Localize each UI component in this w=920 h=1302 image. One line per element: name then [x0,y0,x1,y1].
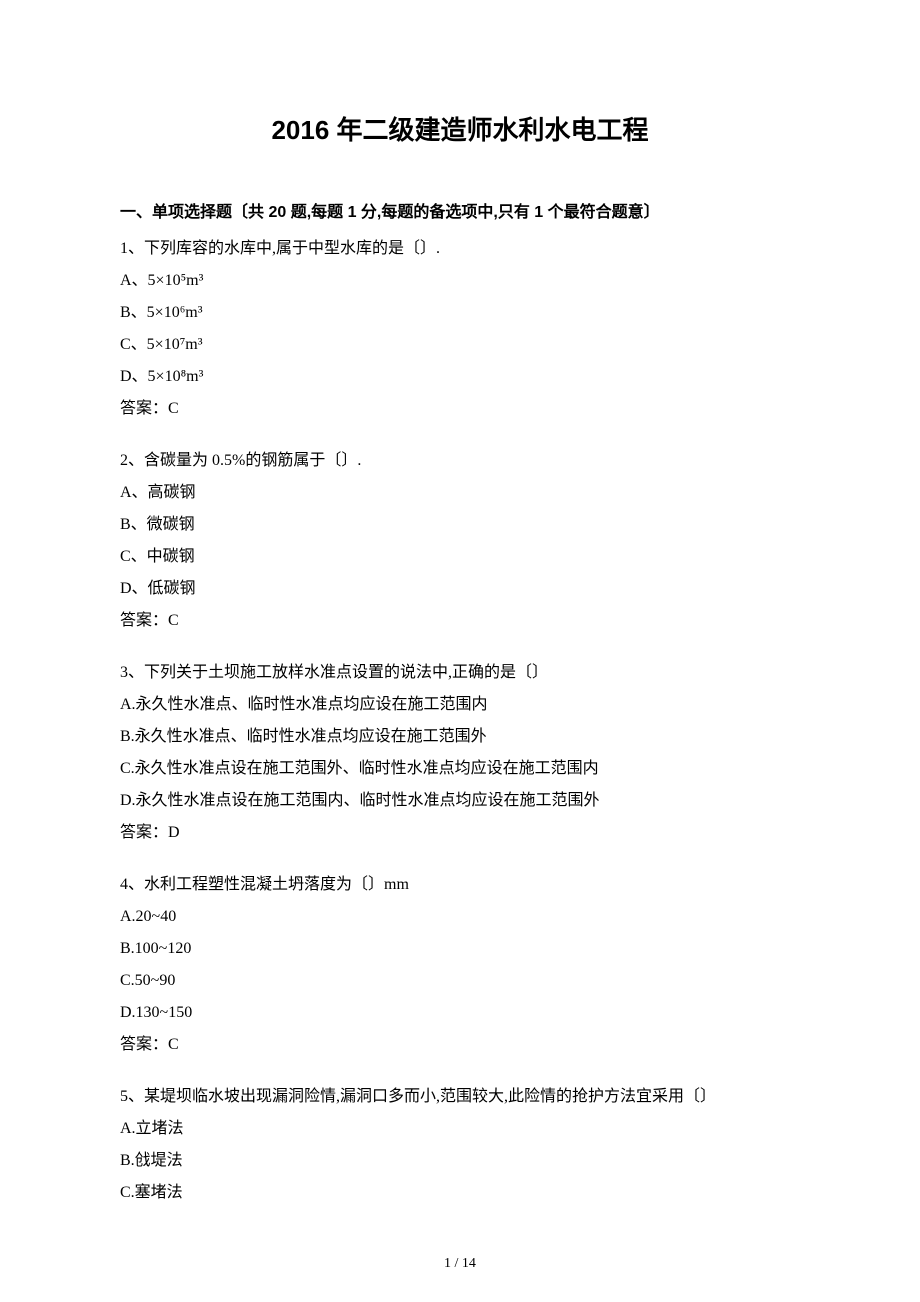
question-1: 1、下列库容的水库中,属于中型水库的是〔〕. A、5×10⁵m³ B、5×10⁶… [120,233,800,425]
question-4: 4、水利工程塑性混凝土坍落度为〔〕mm A.20~40 B.100~120 C.… [120,869,800,1061]
option-c: C、5×10⁷m³ [120,329,800,361]
option-a: A、高碳钢 [120,477,800,509]
question-stem: 3、下列关于土坝施工放样水准点设置的说法中,正确的是〔〕 [120,657,800,689]
question-3: 3、下列关于土坝施工放样水准点设置的说法中,正确的是〔〕 A.永久性水准点、临时… [120,657,800,849]
document-page: 2016 年二级建造师水利水电工程 一、单项选择题〔共 20 题,每题 1 分,… [0,0,920,1302]
option-c: C.塞堵法 [120,1177,800,1209]
option-a: A、5×10⁵m³ [120,265,800,297]
page-number: 1 / 14 [0,1256,920,1272]
page-title: 2016 年二级建造师水利水电工程 [120,110,800,147]
option-b: B、微碳钢 [120,509,800,541]
option-d: D.130~150 [120,997,800,1029]
option-a: A.永久性水准点、临时性水准点均应设在施工范围内 [120,689,800,721]
option-c: C、中碳钢 [120,541,800,573]
option-d: D、低碳钢 [120,573,800,605]
answer: 答案：C [120,605,800,637]
question-stem: 5、某堤坝临水坡出现漏洞险情,漏洞口多而小,范围较大,此险情的抢护方法宜采用〔〕 [120,1081,800,1113]
question-2: 2、含碳量为 0.5%的钢筋属于〔〕. A、高碳钢 B、微碳钢 C、中碳钢 D、… [120,445,800,637]
option-d: D、5×10⁸m³ [120,361,800,393]
section-header: 一、单项选择题〔共 20 题,每题 1 分,每题的备选项中,只有 1 个最符合题… [120,197,800,229]
option-b: B、5×10⁶m³ [120,297,800,329]
question-5: 5、某堤坝临水坡出现漏洞险情,漏洞口多而小,范围较大,此险情的抢护方法宜采用〔〕… [120,1081,800,1209]
option-c: C.永久性水准点设在施工范围外、临时性水准点均应设在施工范围内 [120,753,800,785]
option-a: A.立堵法 [120,1113,800,1145]
option-d: D.永久性水准点设在施工范围内、临时性水准点均应设在施工范围外 [120,785,800,817]
option-c: C.50~90 [120,965,800,997]
option-b: B.永久性水准点、临时性水准点均应设在施工范围外 [120,721,800,753]
option-b: B.戗堤法 [120,1145,800,1177]
option-b: B.100~120 [120,933,800,965]
option-a: A.20~40 [120,901,800,933]
question-stem: 1、下列库容的水库中,属于中型水库的是〔〕. [120,233,800,265]
question-stem: 4、水利工程塑性混凝土坍落度为〔〕mm [120,869,800,901]
question-stem: 2、含碳量为 0.5%的钢筋属于〔〕. [120,445,800,477]
answer: 答案：D [120,817,800,849]
answer: 答案：C [120,393,800,425]
answer: 答案：C [120,1029,800,1061]
